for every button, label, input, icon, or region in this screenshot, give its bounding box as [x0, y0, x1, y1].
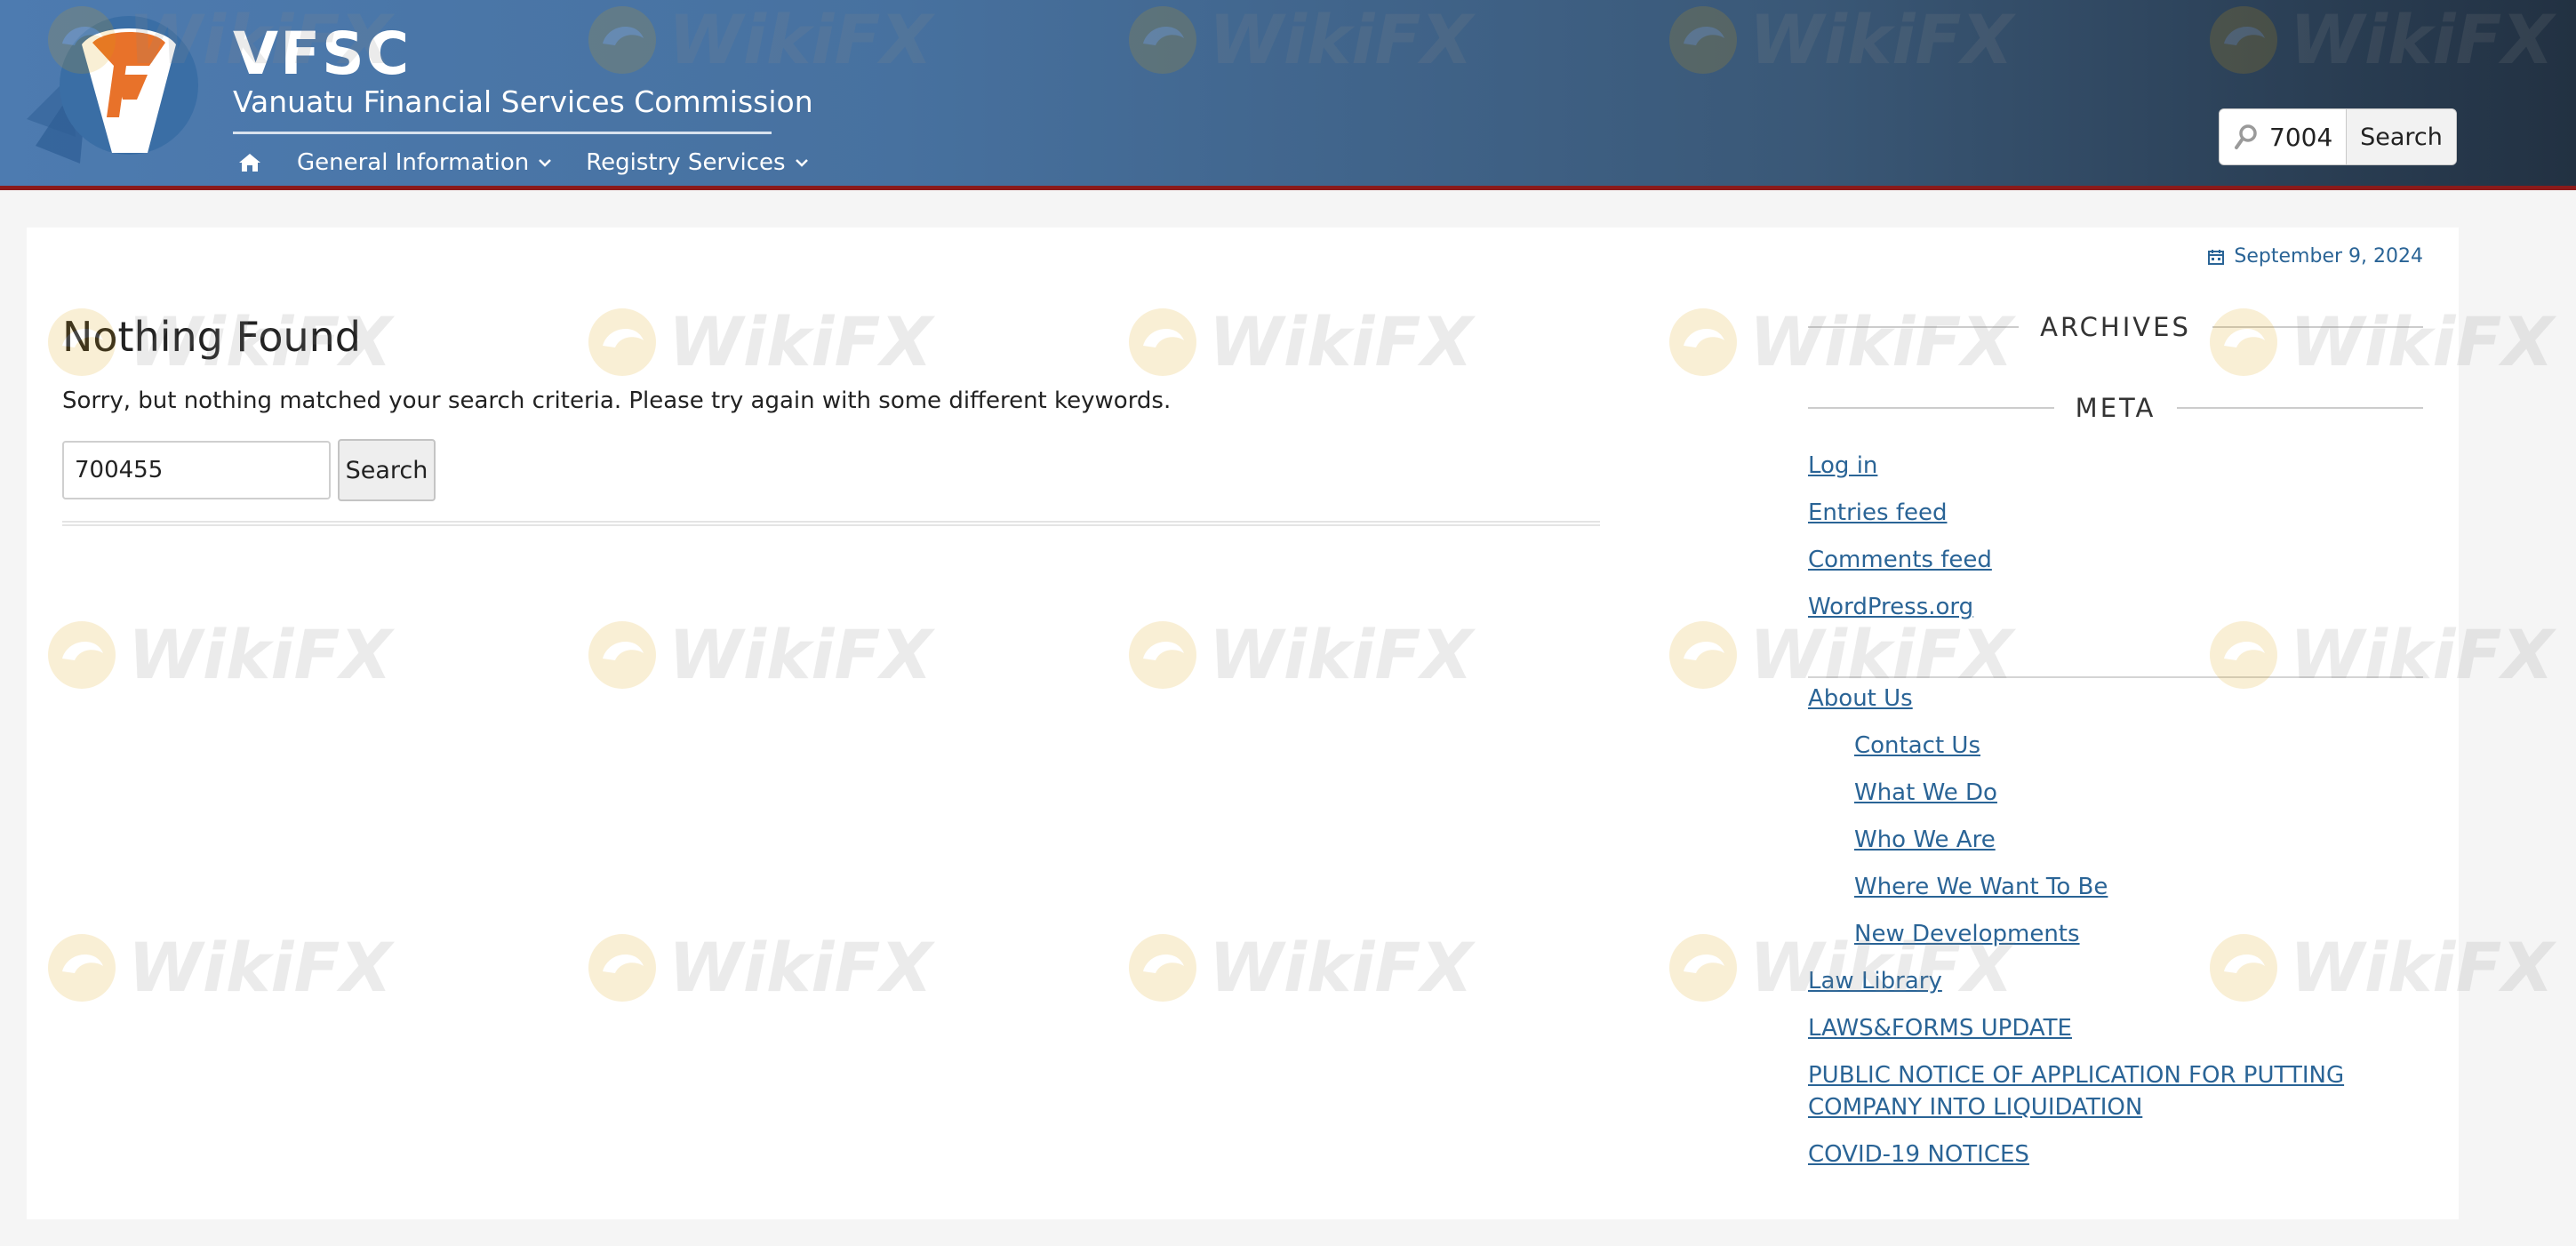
meta-widget-title: META	[1808, 390, 2423, 426]
brand-subtitle: Vanuatu Financial Services Commission	[233, 84, 813, 119]
meta-link-entries-feed[interactable]: Entries feed	[1808, 497, 1947, 529]
page-link-what-we-do[interactable]: What We Do	[1854, 777, 1997, 809]
page-link-contact-us[interactable]: Contact Us	[1854, 730, 1980, 762]
content-search-input[interactable]	[62, 441, 331, 499]
page-link-public-notice-line2[interactable]: COMPANY INTO LIQUIDATION	[1808, 1091, 2142, 1123]
header-search-button[interactable]: Search	[2346, 109, 2456, 164]
content-card: September 9, 2024 Nothing Found Sorry, b…	[27, 228, 2459, 1219]
page-link-new-developments[interactable]: New Developments	[1854, 918, 2080, 950]
meta-link-wordpress-org[interactable]: WordPress.org	[1808, 591, 1973, 623]
header-search-input[interactable]	[2268, 121, 2344, 153]
meta-link-log-in[interactable]: Log in	[1808, 450, 1877, 482]
nav-registry-services[interactable]: Registry Services	[586, 149, 808, 176]
chevron-down-icon	[795, 159, 808, 167]
page-link-laws-forms-update[interactable]: LAWS&FORMS UPDATE	[1808, 1012, 2072, 1044]
content-search-button[interactable]: Search	[338, 439, 436, 501]
page-link-about-us[interactable]: About Us	[1808, 683, 1913, 715]
nav-general-information-label: General Information	[297, 149, 530, 176]
archives-widget-title: ARCHIVES	[1808, 309, 2424, 345]
page-link-public-notice-line1[interactable]: PUBLIC NOTICE OF APPLICATION FOR PUTTING	[1808, 1059, 2344, 1091]
page-link-where-we-want-to-be[interactable]: Where We Want To Be	[1854, 871, 2108, 903]
no-results-message: Sorry, but nothing matched your search c…	[62, 387, 1172, 414]
brand-name: VFSC	[233, 20, 412, 88]
sidebar-divider	[1808, 676, 2423, 678]
nav-home-button[interactable]	[233, 149, 267, 176]
page-link-law-library[interactable]: Law Library	[1808, 965, 1942, 997]
page-link-covid-19-notices[interactable]: COVID-19 NOTICES	[1808, 1138, 2029, 1170]
main-nav: General Information Registry Services	[233, 148, 843, 178]
home-icon	[239, 154, 260, 172]
archives-title: ARCHIVES	[2040, 312, 2191, 342]
content-divider	[62, 521, 1600, 526]
meta-link-comments-feed[interactable]: Comments feed	[1808, 544, 1992, 576]
chevron-down-icon	[539, 159, 552, 167]
content-search-form: Search	[62, 439, 436, 501]
meta-title: META	[2075, 393, 2156, 423]
nav-registry-services-label: Registry Services	[586, 149, 786, 176]
site-header: VFSC Vanuatu Financial Services Commissi…	[0, 0, 2576, 190]
header-search-field	[2220, 109, 2346, 164]
vfsc-logo-icon[interactable]	[27, 12, 213, 164]
nav-general-information[interactable]: General Information	[297, 149, 552, 176]
page-link-who-we-are[interactable]: Who We Are	[1854, 824, 1996, 856]
page-title: Nothing Found	[62, 313, 361, 361]
sidebar: ARCHIVES META Log in Entries feed Commen…	[1808, 228, 2424, 1219]
search-icon	[2235, 124, 2257, 149]
header-search: Search	[2219, 108, 2457, 165]
brand-divider	[233, 132, 772, 134]
